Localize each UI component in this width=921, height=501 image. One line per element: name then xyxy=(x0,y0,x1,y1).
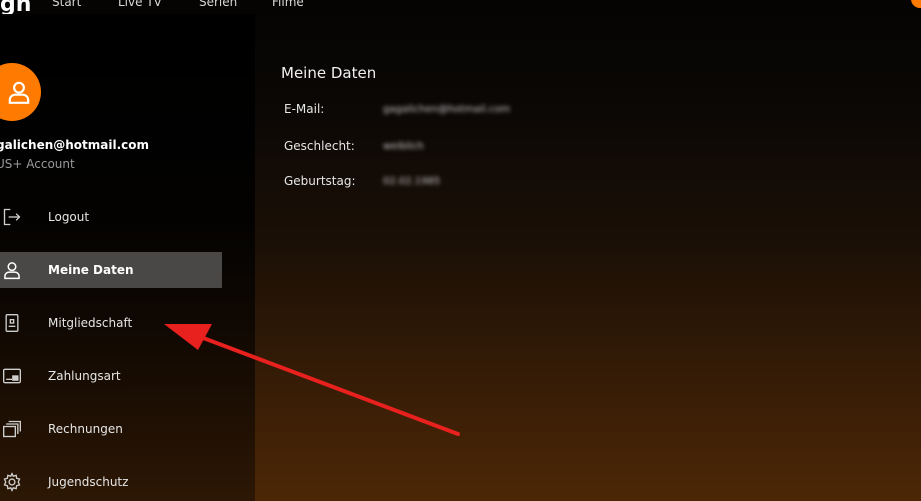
birthday-value: 02.02.1985 xyxy=(383,176,441,187)
membership-card-icon xyxy=(5,314,19,332)
user-email: galichen@hotmail.com xyxy=(0,138,150,152)
sidebar-item-meine-daten[interactable]: Meine Daten xyxy=(0,252,222,288)
gender-value: weiblich xyxy=(383,141,424,152)
sidebar-item-rechnungen[interactable]: Rechnungen xyxy=(0,411,222,447)
email-value: gagalichen@hotmail.com xyxy=(383,104,511,115)
user-account-type: US+ Account xyxy=(0,157,75,171)
payment-card-icon xyxy=(3,368,21,384)
sidebar-item-logout[interactable]: Logout xyxy=(0,199,222,235)
sidebar-item-label: Logout xyxy=(48,210,90,224)
sidebar-item-jugendschutz[interactable]: Jugendschutz xyxy=(0,464,222,500)
user-icon xyxy=(4,262,20,280)
email-label: E-Mail: xyxy=(284,102,325,116)
user-icon xyxy=(8,81,30,104)
sidebar-item-label: Jugendschutz xyxy=(48,475,129,489)
sidebar-item-label: Zahlungsart xyxy=(48,369,121,383)
invoices-icon xyxy=(2,420,21,438)
sidebar-item-zahlungsart[interactable]: Zahlungsart xyxy=(0,358,222,394)
sidebar-item-label: Rechnungen xyxy=(48,422,123,436)
birthday-label: Geburtstag: xyxy=(284,174,356,188)
top-navigation: gn Start Live TV Serien Filme xyxy=(0,0,921,17)
sidebar-item-label: Meine Daten xyxy=(48,263,134,277)
logout-icon xyxy=(3,208,21,226)
page-title: Meine Daten xyxy=(281,64,377,82)
gender-label: Geschlecht: xyxy=(284,139,355,153)
sidebar-item-label: Mitgliedschaft xyxy=(48,316,133,330)
nav-start[interactable]: Start xyxy=(52,0,81,9)
nav-filme[interactable]: Filme xyxy=(272,0,304,9)
gear-icon xyxy=(3,472,21,492)
nav-serien[interactable]: Serien xyxy=(199,0,237,9)
sidebar-item-mitgliedschaft[interactable]: Mitgliedschaft xyxy=(0,305,222,341)
profile-badge-icon[interactable] xyxy=(911,0,921,8)
nav-live-tv[interactable]: Live TV xyxy=(118,0,162,9)
